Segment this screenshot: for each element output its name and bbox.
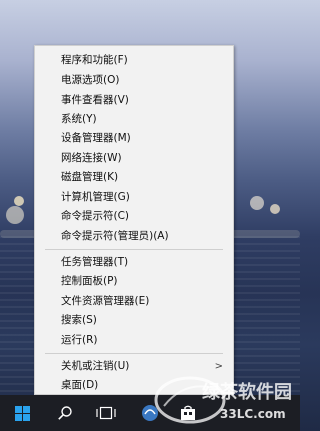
search-button[interactable] bbox=[47, 395, 83, 431]
pinned-store-button[interactable] bbox=[170, 395, 206, 431]
menu-item-desktop[interactable]: 桌面(D) bbox=[35, 376, 233, 395]
task-view-icon bbox=[96, 406, 116, 420]
pinned-app-button[interactable] bbox=[132, 395, 168, 431]
menu-item-computer-management[interactable]: 计算机管理(G) bbox=[35, 188, 233, 207]
menu-item-command-prompt[interactable]: 命令提示符(C) bbox=[35, 207, 233, 226]
desktop-light bbox=[14, 196, 24, 206]
menu-item-disk-management[interactable]: 磁盘管理(K) bbox=[35, 168, 233, 187]
menu-item-search[interactable]: 搜索(S) bbox=[35, 311, 233, 330]
menu-item-device-manager[interactable]: 设备管理器(M) bbox=[35, 129, 233, 148]
taskbar bbox=[0, 395, 300, 431]
desktop-light bbox=[250, 196, 264, 210]
task-view-button[interactable] bbox=[88, 395, 124, 431]
windows-logo-icon bbox=[14, 405, 30, 421]
menu-item-power-options[interactable]: 电源选项(O) bbox=[35, 71, 233, 90]
desktop-light bbox=[6, 206, 24, 224]
start-button[interactable] bbox=[4, 395, 40, 431]
store-bag-icon bbox=[181, 405, 195, 420]
menu-item-shutdown-or-sign-out[interactable]: 关机或注销(U) > bbox=[35, 357, 233, 376]
menu-separator bbox=[45, 249, 223, 250]
menu-item-control-panel[interactable]: 控制面板(P) bbox=[35, 272, 233, 291]
desktop-light bbox=[270, 204, 280, 214]
chevron-right-icon: > bbox=[214, 361, 223, 372]
search-icon bbox=[58, 406, 72, 420]
menu-item-command-prompt-admin[interactable]: 命令提示符(管理员)(A) bbox=[35, 227, 233, 246]
menu-item-event-viewer[interactable]: 事件查看器(V) bbox=[35, 91, 233, 110]
menu-item-run[interactable]: 运行(R) bbox=[35, 331, 233, 350]
menu-separator bbox=[45, 353, 223, 354]
menu-item-network-connections[interactable]: 网络连接(W) bbox=[35, 149, 233, 168]
menu-item-programs-and-features[interactable]: 程序和功能(F) bbox=[35, 51, 233, 70]
menu-item-task-manager[interactable]: 任务管理器(T) bbox=[35, 253, 233, 272]
menu-item-system[interactable]: 系统(Y) bbox=[35, 110, 233, 129]
app-icon bbox=[142, 405, 158, 421]
quick-link-menu: 程序和功能(F) 电源选项(O) 事件查看器(V) 系统(Y) 设备管理器(M)… bbox=[34, 45, 234, 395]
menu-item-file-explorer[interactable]: 文件资源管理器(E) bbox=[35, 292, 233, 311]
menu-item-label: 关机或注销(U) bbox=[61, 360, 130, 372]
